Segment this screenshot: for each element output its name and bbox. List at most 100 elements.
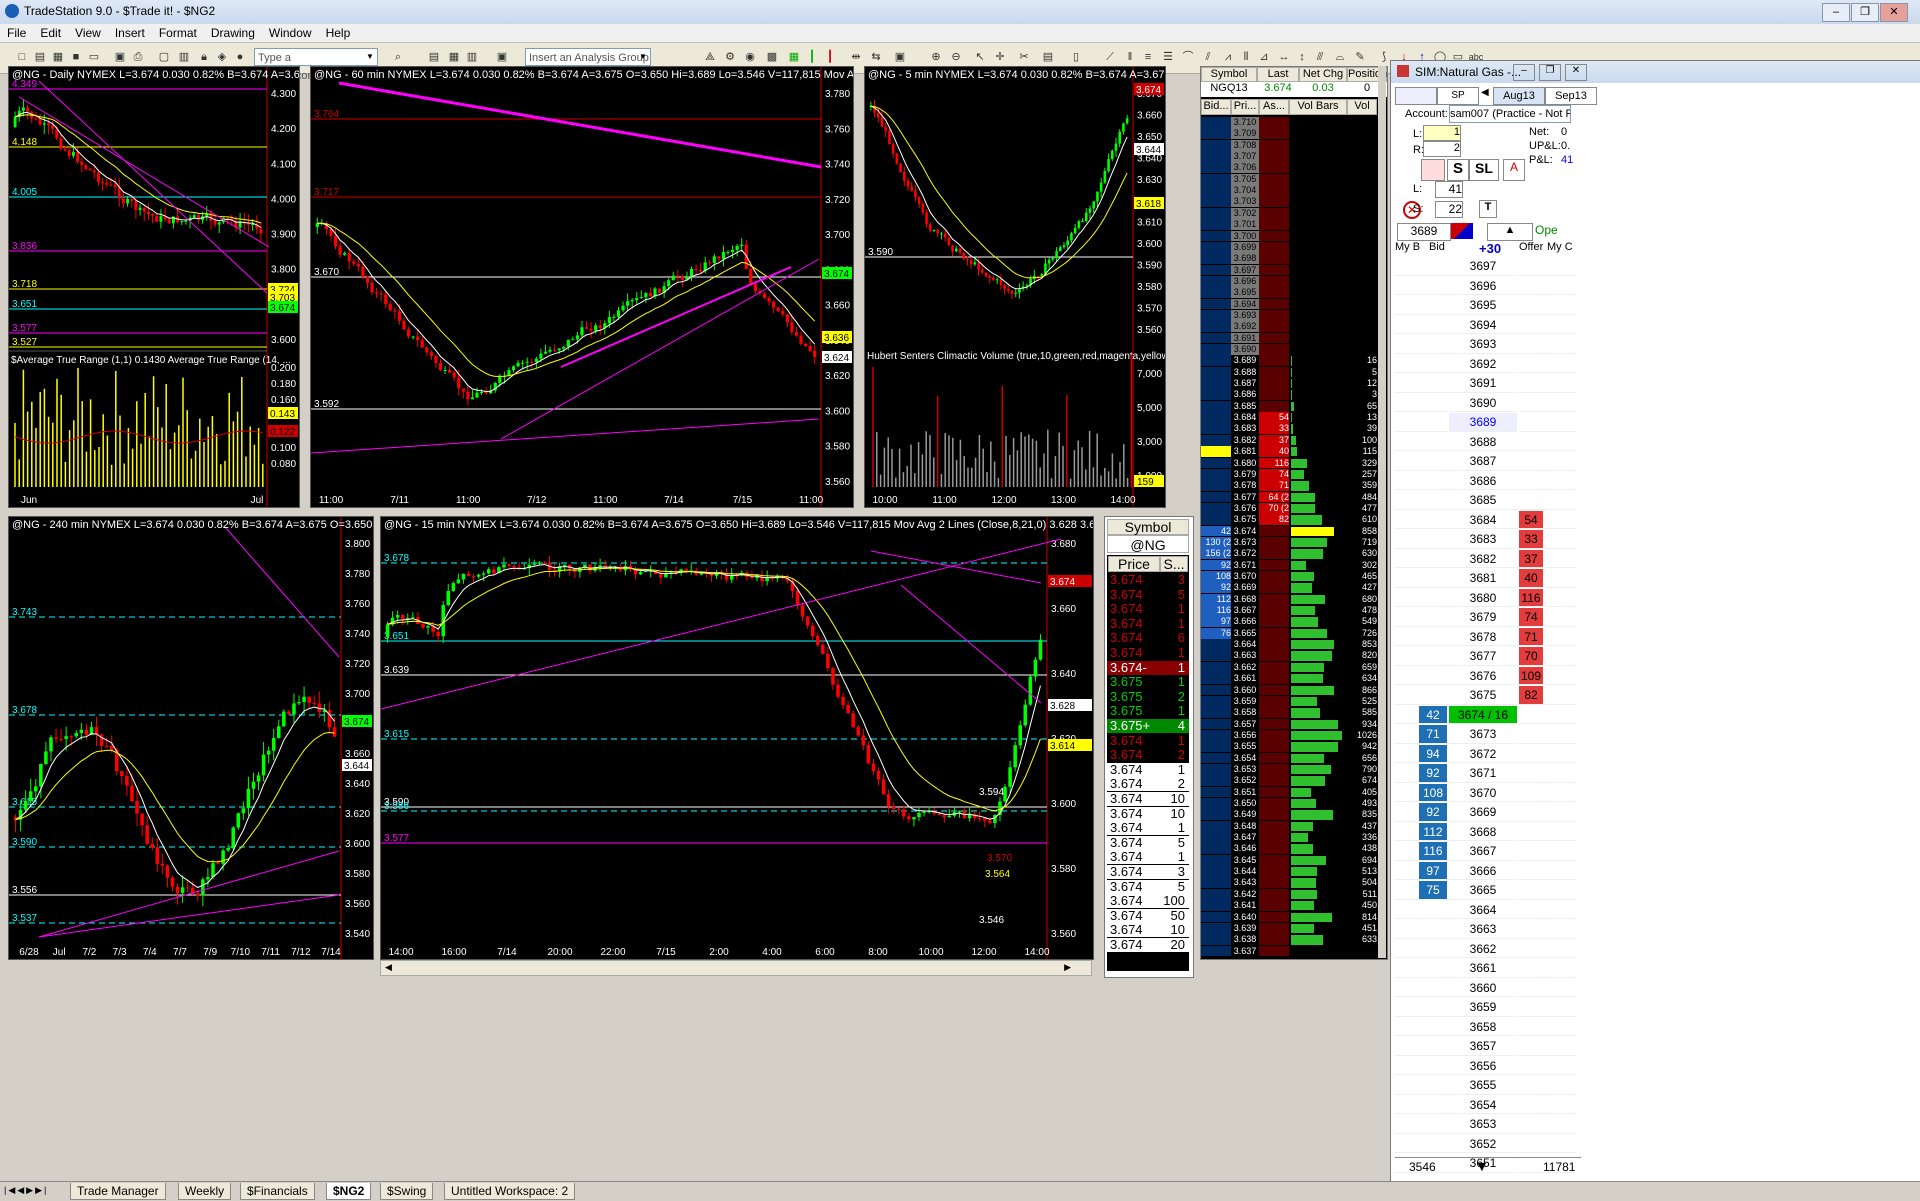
ladder-volume-cell[interactable]: 437: [1347, 821, 1377, 832]
cursor-bars-icon[interactable]: ⇹: [848, 50, 864, 65]
ladder-bid-cell[interactable]: [1201, 344, 1231, 355]
matrix-my-bid-cell[interactable]: [1395, 647, 1419, 666]
matrix-my-offer-cell[interactable]: [1545, 394, 1575, 413]
tab-swing[interactable]: $Swing: [380, 1183, 433, 1200]
matrix-my-offer-cell[interactable]: [1545, 862, 1575, 881]
ladder-price-cell[interactable]: 3.654: [1231, 753, 1259, 764]
matrix-price-cell[interactable]: 3667: [1449, 842, 1517, 861]
matrix-my-offer-cell[interactable]: [1545, 1018, 1575, 1037]
folder-icon[interactable]: ▭: [86, 50, 102, 65]
ladder-volume-cell[interactable]: 493: [1347, 798, 1377, 809]
radar-quote-cell[interactable]: 3.674: [1257, 82, 1299, 96]
prev-month-icon[interactable]: ◀: [1481, 87, 1493, 103]
tab-financials[interactable]: $Financials: [240, 1183, 315, 1200]
matrix-my-offer-cell[interactable]: [1545, 491, 1575, 510]
matrix-offer-cell[interactable]: 116: [1519, 589, 1543, 608]
matrix-bid-cell[interactable]: [1419, 686, 1447, 705]
vertical-lines-icon[interactable]: ‖: [1122, 50, 1138, 65]
matrix-close-button[interactable]: ✕: [1565, 64, 1587, 81]
ladder-price-cell[interactable]: 3.663: [1231, 650, 1259, 661]
ladder-ask-cell[interactable]: [1259, 537, 1289, 548]
matrix-offer-cell[interactable]: 109: [1519, 667, 1543, 686]
matrix-my-offer-cell[interactable]: [1545, 569, 1575, 588]
ladder-volume-cell[interactable]: [1347, 219, 1377, 230]
ladder-ask-cell[interactable]: 70 (2: [1259, 503, 1289, 514]
matrix-price-cell[interactable]: 3666: [1449, 862, 1517, 881]
matrix-my-bid-cell[interactable]: [1395, 257, 1419, 276]
ladder-price-cell[interactable]: 3.655: [1231, 741, 1259, 752]
matrix-bid-cell[interactable]: [1419, 569, 1447, 588]
ladder-ask-cell[interactable]: [1259, 560, 1289, 571]
matrix-price-cell[interactable]: 3656: [1449, 1057, 1517, 1076]
matrix-offer-cell[interactable]: [1519, 901, 1543, 920]
window-icon[interactable]: ▢: [156, 50, 172, 65]
radar-icon[interactable]: ◉: [742, 50, 758, 65]
ladder-price-cell[interactable]: 3.666: [1231, 616, 1259, 627]
ladder-bid-cell[interactable]: [1201, 821, 1231, 832]
ladder-price-cell[interactable]: 3.667: [1231, 605, 1259, 616]
ladder-bid-cell[interactable]: [1201, 151, 1231, 162]
ladder-ask-cell[interactable]: 54: [1259, 412, 1289, 423]
matrix-my-bid-cell[interactable]: [1395, 413, 1419, 432]
ladder-price-cell[interactable]: 3.691: [1231, 333, 1259, 344]
ladder-volume-cell[interactable]: 790: [1347, 764, 1377, 775]
matrix-my-offer-cell[interactable]: [1545, 413, 1575, 432]
ladder-volume-cell[interactable]: 659: [1347, 662, 1377, 673]
ladder-volume-cell[interactable]: [1347, 299, 1377, 310]
ladder-volume-cell[interactable]: 656: [1347, 753, 1377, 764]
matrix-my-offer-cell[interactable]: [1545, 979, 1575, 998]
ladder-volume-cell[interactable]: [1347, 310, 1377, 321]
ladder-volume-cell[interactable]: 634: [1347, 673, 1377, 684]
ladder-price-cell[interactable]: 3.682: [1231, 435, 1259, 446]
ladder-bid-cell[interactable]: [1201, 696, 1231, 707]
matrix-my-bid-cell[interactable]: [1395, 862, 1419, 881]
matrix-bid-cell[interactable]: [1419, 511, 1447, 530]
ladder-ask-cell[interactable]: [1259, 798, 1289, 809]
ladder-ask-cell[interactable]: [1259, 866, 1289, 877]
matrix-price-cell[interactable]: 3657: [1449, 1037, 1517, 1056]
matrix-offer-cell[interactable]: [1519, 452, 1543, 471]
ladder-price-cell[interactable]: 3.640: [1231, 912, 1259, 923]
matrix-price-cell[interactable]: 3686: [1449, 472, 1517, 491]
ladder-price-cell[interactable]: 3.672: [1231, 548, 1259, 559]
matrix-offer-cell[interactable]: [1519, 745, 1543, 764]
tab-nav-icon[interactable]: |◀◀▶▶|: [4, 1185, 48, 1196]
ladder-bid-cell[interactable]: [1201, 946, 1231, 957]
matrix-offer-cell[interactable]: [1519, 1018, 1543, 1037]
ladder-bid-cell[interactable]: [1201, 923, 1231, 934]
ladder-bid-cell[interactable]: [1201, 855, 1231, 866]
s-button[interactable]: S: [1447, 159, 1469, 181]
matrix-bid-cell[interactable]: [1419, 647, 1447, 666]
ladder-bid-cell[interactable]: 92: [1201, 582, 1231, 593]
ladder-ask-cell[interactable]: [1259, 321, 1289, 332]
ladder-price-cell[interactable]: 3.687: [1231, 378, 1259, 389]
ladder-ask-cell[interactable]: [1259, 140, 1289, 151]
auto-exit-icon[interactable]: A: [1503, 159, 1525, 181]
matrix-bid-cell[interactable]: [1419, 589, 1447, 608]
ladder-price-cell[interactable]: 3.670: [1231, 571, 1259, 582]
matrix-price-cell[interactable]: 3682: [1449, 550, 1517, 569]
matrix-my-bid-cell[interactable]: [1395, 394, 1419, 413]
matrix-offer-cell[interactable]: [1519, 725, 1543, 744]
ladder-price-cell[interactable]: 3.642: [1231, 889, 1259, 900]
ladder-volume-cell[interactable]: [1347, 276, 1377, 287]
matrix-my-bid-cell[interactable]: [1395, 355, 1419, 374]
ladder-volume-cell[interactable]: [1347, 231, 1377, 242]
ladder-ask-cell[interactable]: [1259, 946, 1289, 957]
matrix-price-cell[interactable]: 3660: [1449, 979, 1517, 998]
ladder-ask-cell[interactable]: [1259, 900, 1289, 911]
ladder-ask-cell[interactable]: 40: [1259, 446, 1289, 457]
matrix-bid-cell[interactable]: [1419, 433, 1447, 452]
ladder-volume-cell[interactable]: 465: [1347, 571, 1377, 582]
matrix-offer-cell[interactable]: [1519, 277, 1543, 296]
ladder-ask-cell[interactable]: [1259, 650, 1289, 661]
ladder-volume-cell[interactable]: 1026: [1347, 730, 1377, 741]
matrix-bid-cell[interactable]: [1419, 979, 1447, 998]
matrix-price-cell[interactable]: 3673: [1449, 725, 1517, 744]
ladder-price-cell[interactable]: 3.664: [1231, 639, 1259, 650]
r-qty-input[interactable]: 2: [1423, 141, 1461, 157]
matrix-my-offer-cell[interactable]: [1545, 1037, 1575, 1056]
ladder-bid-cell[interactable]: [1201, 333, 1231, 344]
matrix-bid-cell[interactable]: 97: [1419, 862, 1447, 881]
menu-view[interactable]: View: [68, 24, 108, 42]
